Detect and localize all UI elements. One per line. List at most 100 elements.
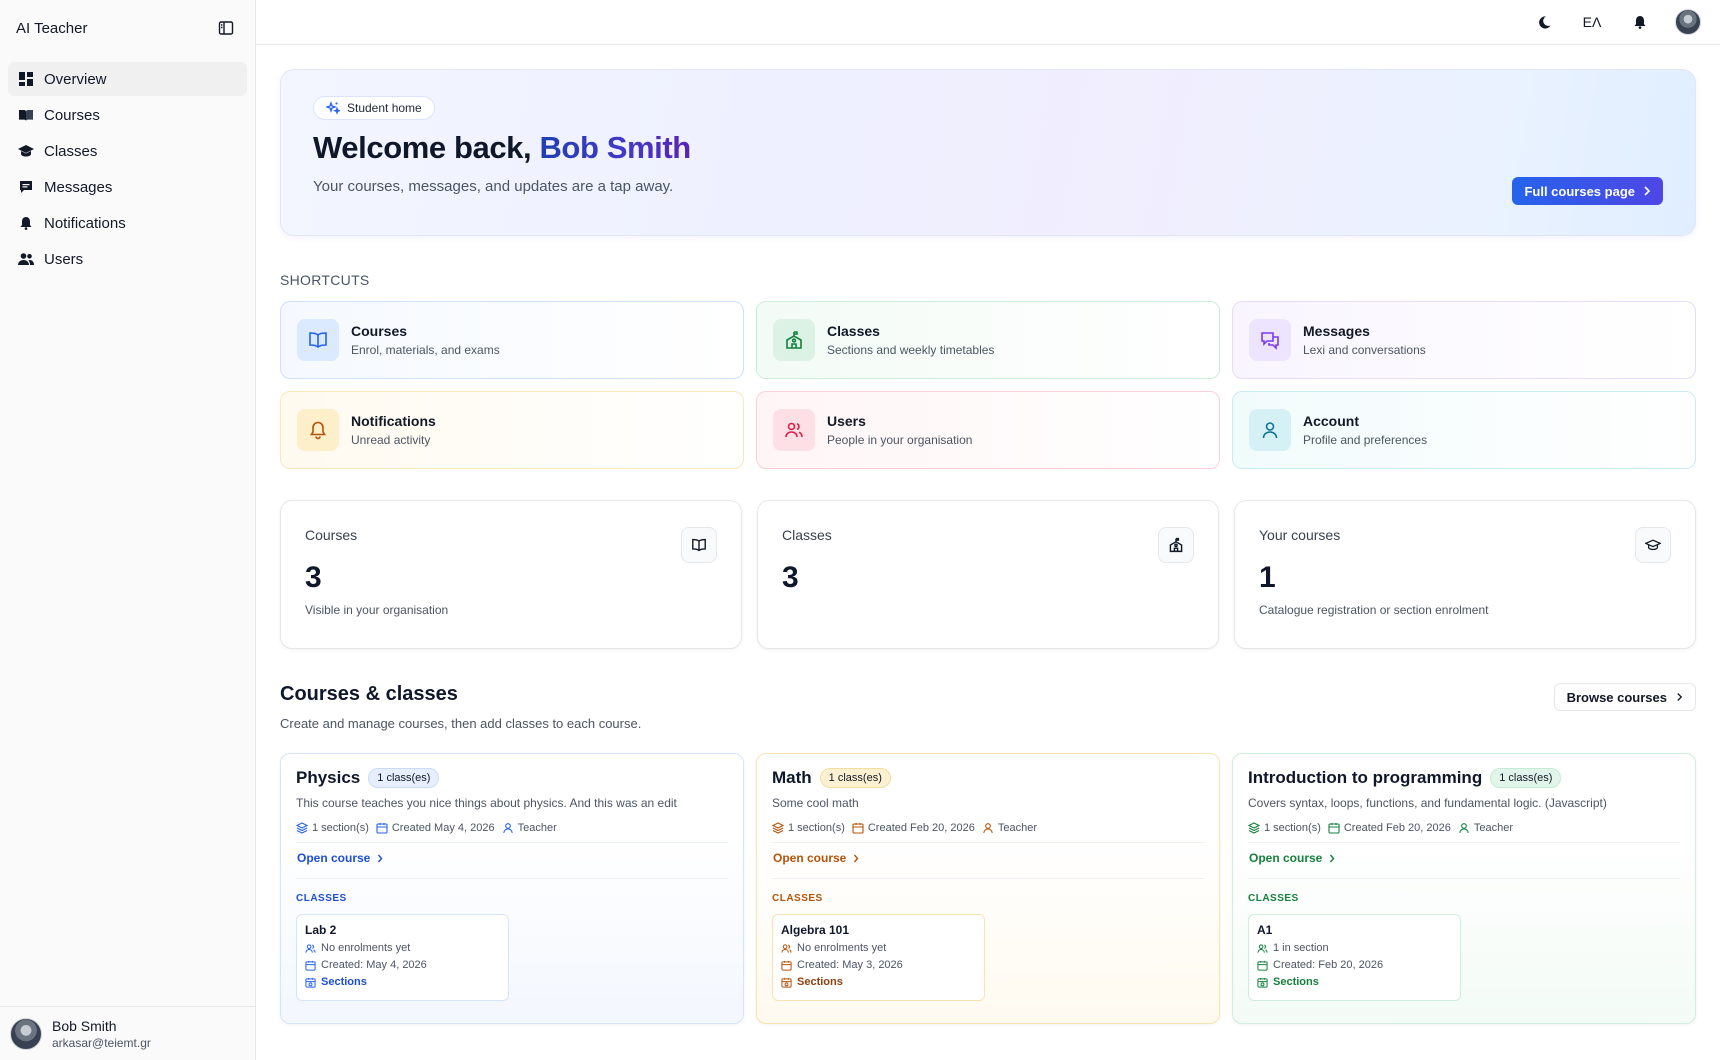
classes-label: CLASSES (1248, 893, 1299, 904)
bell-icon[interactable] (1624, 6, 1656, 38)
sidebar-item-notifications[interactable]: Notifications (8, 206, 247, 240)
created-date: Created Feb 20, 2026 (1343, 822, 1451, 834)
sidebar-item-label: Messages (44, 178, 113, 196)
school-icon (773, 319, 815, 361)
shortcut-classes[interactable]: Classes Sections and weekly timetables (756, 301, 1220, 379)
class-card[interactable]: Lab 2 No enrolments yet Created: May 4, … (296, 914, 509, 1001)
section-title: Courses & classes (280, 683, 458, 705)
button-label: Full courses page (1524, 183, 1635, 199)
chevron-right-icon (1329, 854, 1335, 863)
sections-link[interactable]: Sections (321, 976, 367, 988)
course-description: Some cool math (772, 796, 859, 810)
divider (1248, 878, 1680, 879)
shortcut-title: Classes (827, 323, 880, 339)
sidebar-item-courses[interactable]: Courses (8, 98, 247, 132)
stat-value: 3 (782, 561, 799, 594)
sidebar-user[interactable]: Bob Smith arkasar@teiemt.gr (0, 1006, 255, 1060)
shortcut-account[interactable]: Account Profile and preferences (1232, 391, 1696, 469)
stat-value: 3 (305, 561, 322, 594)
shortcut-desc: Lexi and conversations (1303, 343, 1426, 357)
class-name: Algebra 101 (781, 923, 850, 937)
title-user-name: Bob Smith (539, 130, 691, 165)
language-button[interactable]: ΕΛ (1576, 6, 1608, 38)
course-name: Math (772, 768, 812, 787)
shortcut-title: Messages (1303, 323, 1370, 339)
sections-link[interactable]: Sections (797, 976, 843, 988)
class-card[interactable]: A1 1 in section Created: Feb 20, 2026 Se… (1248, 914, 1461, 1001)
stat-desc: Visible in your organisation (305, 603, 449, 617)
calendar-icon (781, 960, 792, 971)
users-icon (18, 251, 34, 267)
class-name: A1 (1257, 923, 1273, 937)
book-open-icon (297, 319, 339, 361)
calendar-clock-icon (305, 977, 316, 988)
calendar-icon (305, 960, 316, 971)
sidebar-item-label: Courses (44, 106, 100, 124)
user-menu-button[interactable] (1672, 6, 1704, 38)
sidebar-item-label: Notifications (44, 214, 126, 232)
shortcut-title: Notifications (351, 413, 436, 429)
theme-toggle-moon-icon[interactable] (1528, 6, 1560, 38)
course-card: Physics 1 class(es) This course teaches … (280, 753, 744, 1024)
chevron-right-icon (1676, 692, 1683, 702)
link-label: Open course (1249, 851, 1323, 865)
stat-card-courses: Courses 3 Visible in your organisation (280, 500, 742, 649)
open-course-link[interactable]: Open course (1248, 851, 1680, 865)
open-course-link[interactable]: Open course (772, 851, 1204, 865)
stat-label: Courses (305, 527, 358, 543)
shortcut-users[interactable]: Users People in your organisation (756, 391, 1220, 469)
created-date: Created Feb 20, 2026 (867, 822, 975, 834)
shortcuts-grid: Courses Enrol, materials, and exams Clas… (280, 301, 1696, 469)
course-description: Covers syntax, loops, functions, and fun… (1248, 796, 1607, 810)
courses-classes-header: Courses & classes Create and manage cour… (280, 683, 1696, 731)
chevron-right-icon (853, 854, 859, 863)
course-card: Math 1 class(es) Some cool math 1 sectio… (756, 753, 1220, 1024)
enrolment-status: 1 in section (1273, 942, 1329, 954)
open-course-link[interactable]: Open course (296, 851, 728, 865)
user-icon (502, 822, 514, 834)
link-label: Open course (773, 851, 847, 865)
role: Teacher (517, 822, 557, 834)
shortcut-desc: Sections and weekly timetables (827, 343, 995, 357)
course-meta: 1 section(s) Created Feb 20, 2026 Teache… (1248, 822, 1680, 843)
shortcut-messages[interactable]: Messages Lexi and conversations (1232, 301, 1696, 379)
button-label: Browse courses (1566, 689, 1667, 705)
main-content: Student home Welcome back, Bob Smith You… (280, 69, 1696, 1024)
app-title: AI Teacher (16, 19, 88, 37)
divider (296, 878, 728, 879)
sidebar-item-messages[interactable]: Messages (8, 170, 247, 204)
full-courses-page-button[interactable]: Full courses page (1512, 177, 1663, 205)
stat-label: Your courses (1259, 527, 1341, 543)
dashboard-icon (18, 71, 34, 87)
stat-card-classes: Classes 3 (757, 500, 1219, 649)
browse-courses-button[interactable]: Browse courses (1553, 683, 1696, 711)
sidebar-header: AI Teacher (0, 0, 255, 56)
sidebar-toggle-icon[interactable] (213, 15, 239, 41)
classes-label: CLASSES (296, 893, 347, 904)
role: Teacher (997, 822, 1038, 834)
course-card: Introduction to programming 1 class(es) … (1232, 753, 1696, 1024)
class-card[interactable]: Algebra 101 No enrolments yet Created: M… (772, 914, 985, 1001)
sidebar-item-overview[interactable]: Overview (8, 62, 247, 96)
class-created: Created: May 3, 2026 (797, 959, 903, 971)
enrolment-status: No enrolments yet (797, 942, 887, 954)
calendar-icon (1257, 960, 1268, 971)
sidebar-item-users[interactable]: Users (8, 242, 247, 276)
class-count-badge: 1 class(es) (1490, 768, 1562, 788)
user-name: Bob Smith (52, 1017, 117, 1034)
chevron-right-icon (377, 854, 383, 863)
users-icon (773, 409, 815, 451)
sections-link[interactable]: Sections (1273, 976, 1319, 988)
student-home-pill: Student home (313, 96, 435, 120)
layers-icon (772, 822, 784, 834)
sidebar-item-classes[interactable]: Classes (8, 134, 247, 168)
link-label: Open course (297, 851, 371, 865)
user-icon (982, 822, 994, 834)
shortcut-desc: Profile and preferences (1303, 433, 1428, 447)
class-created: Created: Feb 20, 2026 (1273, 959, 1384, 971)
shortcut-courses[interactable]: Courses Enrol, materials, and exams (280, 301, 744, 379)
stat-card-your-courses: Your courses 1 Catalogue registration or… (1234, 500, 1696, 649)
shortcut-notifications[interactable]: Notifications Unread activity (280, 391, 744, 469)
sparkles-icon (326, 101, 340, 115)
sections-count: 1 section(s) (1264, 822, 1321, 834)
